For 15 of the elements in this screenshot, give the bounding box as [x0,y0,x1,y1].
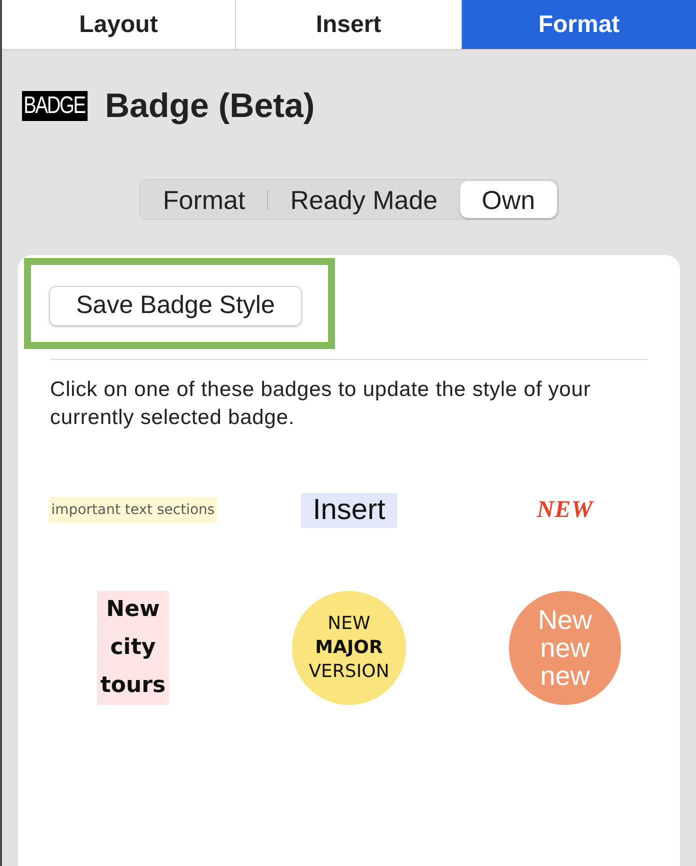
badge-sample[interactable]: NEW [536,495,594,525]
badge-sample[interactable]: New city tours [97,591,169,705]
tab[interactable]: Insert [235,0,461,49]
badge-sample[interactable]: NEW MAJOR VERSION [292,591,406,705]
segment-tab[interactable]: Own [460,181,558,218]
badge-sample[interactable]: important text sections [49,497,217,523]
instructions-text: Click on one of these badges to update the style of your currently selected badge. [50,377,592,431]
segment-tab[interactable]: Format [140,181,268,218]
badge-sample[interactable]: Insert [300,492,398,528]
tab[interactable]: Layout [2,0,235,49]
save-badge-style-button[interactable]: Save Badge Style [49,286,302,326]
panel-title: Badge (Beta) [105,86,315,126]
segment-tab[interactable]: Ready Made [268,181,460,218]
badge-logo: BADGE [22,91,88,121]
tab[interactable]: Format [461,0,696,49]
